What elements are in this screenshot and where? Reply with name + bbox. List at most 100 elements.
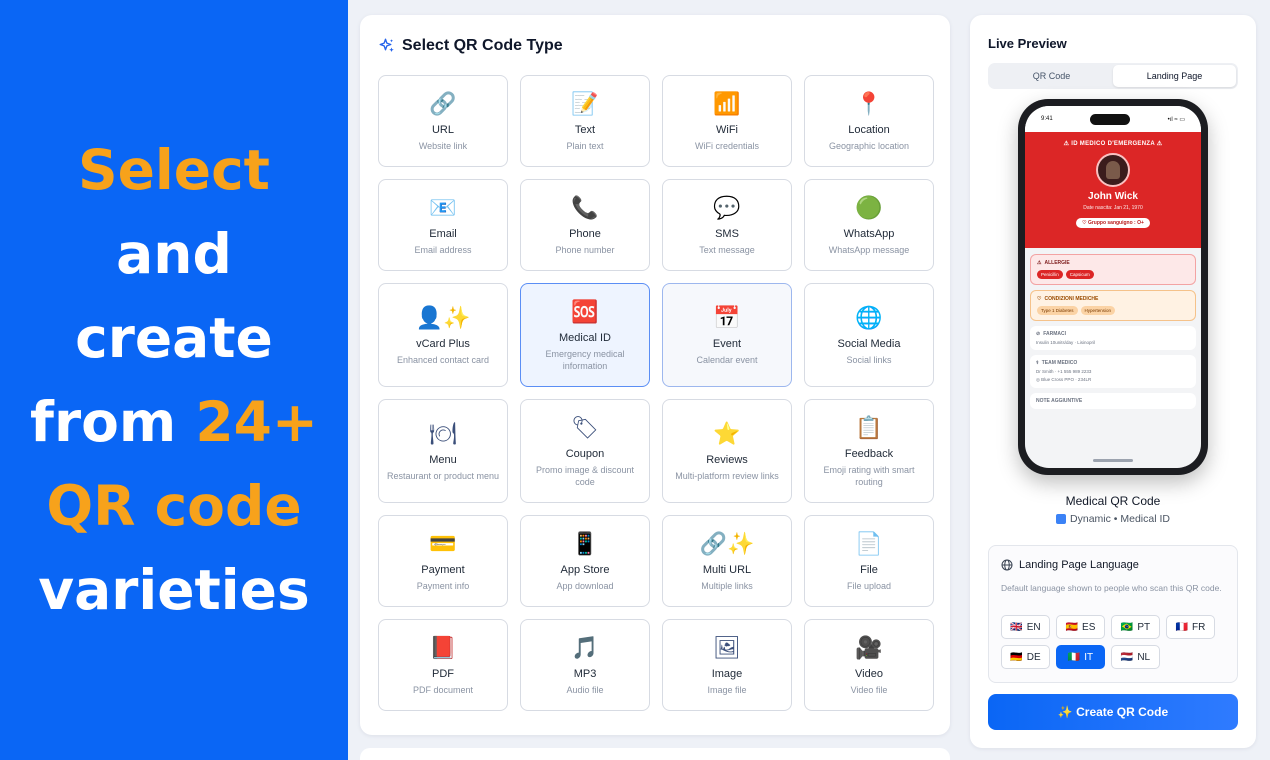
tile-title: Reviews <box>706 453 748 466</box>
globe-icon <box>1001 559 1013 571</box>
tile-vcard[interactable]: 👤✨ vCard Plus Enhanced contact card <box>378 283 508 387</box>
promo-panel: Select and create from 24+ QR code varie… <box>0 0 348 760</box>
pdf-icon: 📕 <box>429 634 457 660</box>
promo-line-from: from <box>30 390 196 454</box>
insurance-line: ◎ Blue Cross PPO · 234LR <box>1036 377 1092 382</box>
next-section-edge <box>360 748 950 760</box>
language-option-es[interactable]: 🇪🇸 ES <box>1056 615 1105 639</box>
avatar-silhouette <box>1106 161 1120 179</box>
tile-description: Email address <box>414 244 472 255</box>
allergies-card: ⚠ ALLERGIE Penicillin Capsicum <box>1030 254 1196 285</box>
tile-text[interactable]: 📝 Text Plain text <box>520 75 650 167</box>
language-option-pt[interactable]: 🇧🇷 PT <box>1111 615 1160 639</box>
tile-multiurl[interactable]: 🔗✨ Multi URL Multiple links <box>662 515 792 607</box>
language-option-fr[interactable]: 🇫🇷 FR <box>1166 615 1215 639</box>
tile-event[interactable]: 📅 Event Calendar event <box>662 283 792 387</box>
tile-description: Geographic location <box>828 140 910 151</box>
allergies-heading: ALLERGIE <box>1044 260 1070 266</box>
preview-qr-name: Medical QR Code <box>1065 494 1161 508</box>
tile-social[interactable]: 🌐 Social Media Social links <box>804 283 934 387</box>
feedback-icon: 📋 <box>855 414 883 440</box>
landing-language-box: Landing Page Language Default language s… <box>988 545 1238 683</box>
promo-line-create: create <box>75 306 273 370</box>
tile-title: Text <box>574 123 596 136</box>
tile-appstore[interactable]: 📱 App Store App download <box>520 515 650 607</box>
language-option-it[interactable]: 🇮🇹 IT <box>1056 645 1105 669</box>
tile-description: Image file <box>707 684 747 695</box>
tile-description: Phone number <box>555 244 615 255</box>
tile-title: Location <box>848 123 890 136</box>
flag-icon: 🇮🇹 <box>1067 651 1081 663</box>
tile-location[interactable]: 📍 Location Geographic location <box>804 75 934 167</box>
flag-icon: 🇩🇪 <box>1010 651 1023 663</box>
phone-mockup: 9:41 •ıl ≈ ▭ ⚠ ID MEDICO D'EMERGENZA ⚠ J… <box>1018 99 1208 475</box>
whatsapp-icon: 🟢 <box>855 194 883 220</box>
flag-icon: 🇳🇱 <box>1120 651 1134 663</box>
tile-pdf[interactable]: 📕 PDF PDF document <box>378 619 508 711</box>
promo-headline: Select and create from 24+ QR code varie… <box>30 128 318 632</box>
stethoscope-icon: ⚕ <box>1036 360 1039 366</box>
tile-url[interactable]: 🔗 URL Website link <box>378 75 508 167</box>
tile-description: Emergency medical information <box>545 348 625 371</box>
tile-wifi[interactable]: 📶 WiFi WiFi credentials <box>662 75 792 167</box>
promo-line-qrcode: QR code <box>46 474 302 538</box>
live-preview-panel: Live Preview QR Code Landing Page 9:41 •… <box>970 15 1256 748</box>
status-time: 9:41 <box>1041 116 1053 122</box>
sms-icon: 💬 <box>713 194 741 220</box>
dynamic-island <box>1090 113 1131 125</box>
location-icon: 📍 <box>855 90 883 116</box>
tile-title: Coupon <box>565 447 605 460</box>
tile-file[interactable]: 📄 File File upload <box>804 515 934 607</box>
tile-sms[interactable]: 💬 SMS Text message <box>662 179 792 271</box>
tile-description: Plain text <box>566 140 604 151</box>
warning-icon: ⚠ <box>1037 260 1042 266</box>
allergy-chip: Capsicum <box>1065 270 1094 279</box>
tile-title: vCard Plus <box>416 337 470 350</box>
tile-menu[interactable]: 🍽 Menu Restaurant or product menu <box>378 399 508 503</box>
promo-line-varieties: varieties <box>38 558 310 622</box>
language-option-de[interactable]: 🇩🇪 DE <box>1001 645 1050 669</box>
payment-icon: 💳 <box>429 530 457 556</box>
phone-screen: 9:41 •ıl ≈ ▭ ⚠ ID MEDICO D'EMERGENZA ⚠ J… <box>1025 106 1201 468</box>
language-code: IT <box>1084 651 1094 663</box>
sparkles-icon <box>379 38 394 52</box>
tile-medical[interactable]: 🆘 Medical ID Emergency medical information <box>520 283 650 387</box>
selector-title: Select QR Code Type <box>402 37 563 54</box>
tile-title: Event <box>712 337 742 350</box>
tile-title: Social Media <box>837 337 901 350</box>
language-option-en[interactable]: 🇬🇧 EN <box>1001 615 1050 639</box>
tile-phone[interactable]: 📞 Phone Phone number <box>520 179 650 271</box>
medications-card: ⊘ FARMACI Insulin 10units/day · Lisinopri… <box>1030 326 1196 350</box>
tile-email[interactable]: 📧 Email Email address <box>378 179 508 271</box>
tile-feedback[interactable]: 📋 Feedback Emoji rating with smart routing <box>804 399 934 503</box>
medical-cards: ⚠ ALLERGIE Penicillin Capsicum ♡ CONDIZION… <box>1025 248 1201 420</box>
notes-card: NOTE AGGIUNTIVE <box>1030 393 1196 409</box>
team-heading: TEAM MEDICO <box>1041 360 1078 366</box>
email-icon: 📧 <box>429 194 457 220</box>
language-description: Default language shown to people who sca… <box>1001 583 1222 593</box>
language-title: Landing Page Language <box>1019 559 1139 571</box>
preview-qr-type: Dynamic • Medical ID <box>1070 513 1170 525</box>
tile-image[interactable]: 🖼 Image Image file <box>662 619 792 711</box>
preview-qr-subtitle: Dynamic • Medical ID <box>970 513 1256 525</box>
tile-title: WiFi <box>716 123 738 136</box>
tile-video[interactable]: 🎥 Video Video file <box>804 619 934 711</box>
phone-icon: 📞 <box>571 194 599 220</box>
tile-description: Restaurant or product menu <box>386 470 500 481</box>
tile-mp3[interactable]: 🎵 MP3 Audio file <box>520 619 650 711</box>
tile-coupon[interactable]: 🏷 Coupon Promo image & discount code <box>520 399 650 503</box>
tile-whatsapp[interactable]: 🟢 WhatsApp WhatsApp message <box>804 179 934 271</box>
tab-qr-code[interactable]: QR Code <box>990 65 1113 87</box>
medical-hero: ⚠ ID MEDICO D'EMERGENZA ⚠ John Wick Date… <box>1025 132 1201 248</box>
tab-landing-page[interactable]: Landing Page <box>1113 65 1236 87</box>
team-line: Dr Smith · +1 555 989 2233 <box>1036 369 1092 374</box>
language-option-nl[interactable]: 🇳🇱 NL <box>1111 645 1160 669</box>
tile-title: Phone <box>569 227 601 240</box>
preview-mode-toggle: QR Code Landing Page <box>988 63 1238 89</box>
mp3-icon: 🎵 <box>571 634 599 660</box>
tile-payment[interactable]: 💳 Payment Payment info <box>378 515 508 607</box>
create-qr-button[interactable]: ✨ Create QR Code <box>988 694 1238 730</box>
tile-reviews[interactable]: ⭐ Reviews Multi-platform review links <box>662 399 792 503</box>
selector-header: Select QR Code Type <box>378 37 563 55</box>
tile-title: Video <box>855 667 883 680</box>
